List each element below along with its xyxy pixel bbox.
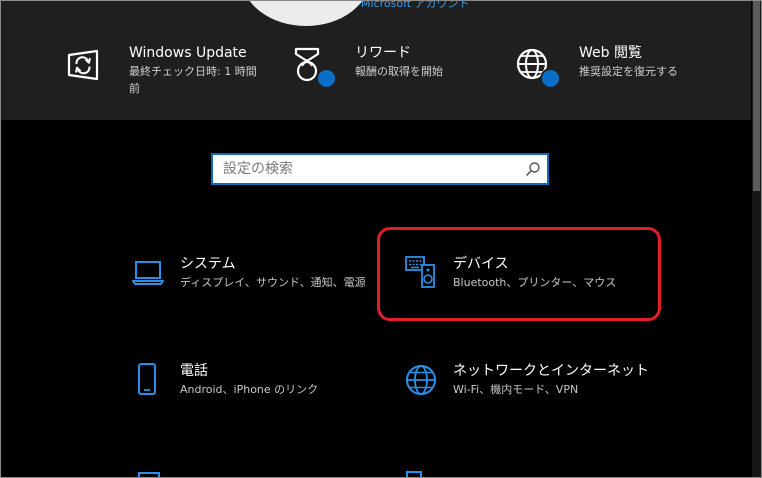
windows-update-title: Windows Update <box>129 45 247 61</box>
search-icon[interactable] <box>525 161 541 177</box>
scrollbar-thumb[interactable] <box>753 1 760 191</box>
windows-update-icon <box>65 45 107 87</box>
keyboard-speaker-icon <box>405 256 439 290</box>
rewards-tile[interactable]: リワード 報酬の取得を開始 <box>291 43 443 89</box>
category-phone[interactable]: 電話 Android、iPhone のリンク <box>132 361 318 399</box>
category-system-title: システム <box>180 256 236 272</box>
next-category-icon-2 <box>405 466 429 478</box>
next-category-icon <box>138 466 162 478</box>
category-system[interactable]: システム ディスプレイ、サウンド、通知、電源 <box>132 254 366 292</box>
category-phone-title: 電話 <box>180 363 208 379</box>
phone-icon <box>132 363 166 397</box>
account-avatar[interactable] <box>241 1 371 26</box>
category-system-subtitle: ディスプレイ、サウンド、通知、電源 <box>180 276 366 289</box>
laptop-icon <box>132 256 166 290</box>
microsoft-account-link[interactable]: Microsoft アカウント <box>361 1 470 11</box>
web-browsing-badge <box>540 68 561 89</box>
category-devices[interactable]: デバイス Bluetooth、プリンター、マウス <box>405 254 616 292</box>
search-input[interactable] <box>223 159 523 179</box>
settings-header: Microsoft アカウント Windows Update 最終チェック日時:… <box>1 1 751 120</box>
settings-search-box[interactable] <box>211 153 549 185</box>
vertical-scrollbar[interactable] <box>752 1 761 477</box>
web-browsing-subtitle: 推奨設定を復元する <box>579 65 678 78</box>
category-phone-subtitle: Android、iPhone のリンク <box>180 383 319 396</box>
web-browsing-tile[interactable]: Web 閲覧 推奨設定を復元する <box>515 43 678 89</box>
rewards-medal-icon <box>291 45 337 89</box>
category-network[interactable]: ネットワークとインターネット Wi-Fi、機内モード、VPN <box>405 361 649 399</box>
windows-update-status: 最終チェック日時: 1 時間前 <box>129 65 257 95</box>
rewards-title: リワード <box>355 45 411 61</box>
category-network-subtitle: Wi-Fi、機内モード、VPN <box>453 383 579 396</box>
category-network-title: ネットワークとインターネット <box>453 363 649 379</box>
rewards-subtitle: 報酬の取得を開始 <box>355 65 443 78</box>
web-browsing-title: Web 閲覧 <box>579 45 642 61</box>
globe-icon <box>515 45 561 89</box>
rewards-badge <box>316 68 337 89</box>
network-globe-icon <box>405 363 439 397</box>
category-devices-title: デバイス <box>453 256 509 272</box>
category-devices-subtitle: Bluetooth、プリンター、マウス <box>453 276 617 289</box>
windows-update-tile[interactable]: Windows Update 最終チェック日時: 1 時間前 <box>65 43 257 97</box>
